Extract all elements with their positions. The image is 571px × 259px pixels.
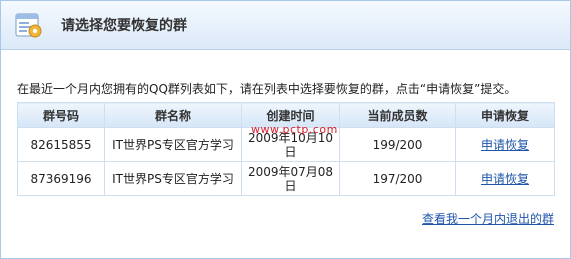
group-member-count: 197/200 [339,161,456,196]
dialog-frame: 请选择您要恢复的群 在最近一个月内您拥有的QQ群列表如下，请在列表中选择要恢复的… [0,0,571,259]
column-header-name: 群名称 [104,102,242,128]
group-name: IT世界PS专区官方学习 [104,127,242,162]
dialog-header: 请选择您要恢复的群 [1,1,570,50]
apply-restore-link[interactable]: 申请恢复 [481,138,529,152]
action-cell: 申请恢复 [455,127,555,162]
group-number: 87369196 [17,161,105,196]
apply-restore-link[interactable]: 申请恢复 [481,172,529,186]
column-header-members: 当前成员数 [339,102,456,128]
group-name: IT世界PS专区官方学习 [104,161,242,196]
group-created-time: 2009年07月08日 [241,161,340,196]
column-header-number: 群号码 [17,102,105,128]
watermark-text: www.pctp.com [251,123,338,136]
action-cell: 申请恢复 [455,161,555,196]
page-title: 请选择您要恢复的群 [61,18,187,34]
view-left-groups-link[interactable]: 查看我一个月内退出的群 [422,210,554,227]
table-row: 87369196 IT世界PS专区官方学习 2009年07月08日 197/20… [17,161,555,196]
group-settings-icon [15,13,42,38]
group-number: 82615855 [17,127,105,162]
group-table: 群号码 群名称 创建时间 当前成员数 申请恢复 82615855 IT世界PS专… [17,102,555,196]
group-member-count: 199/200 [339,127,456,162]
intro-text: 在最近一个月内您拥有的QQ群列表如下，请在列表中选择要恢复的群，点击“申请恢复”… [17,82,517,96]
column-header-action: 申请恢复 [455,102,555,128]
